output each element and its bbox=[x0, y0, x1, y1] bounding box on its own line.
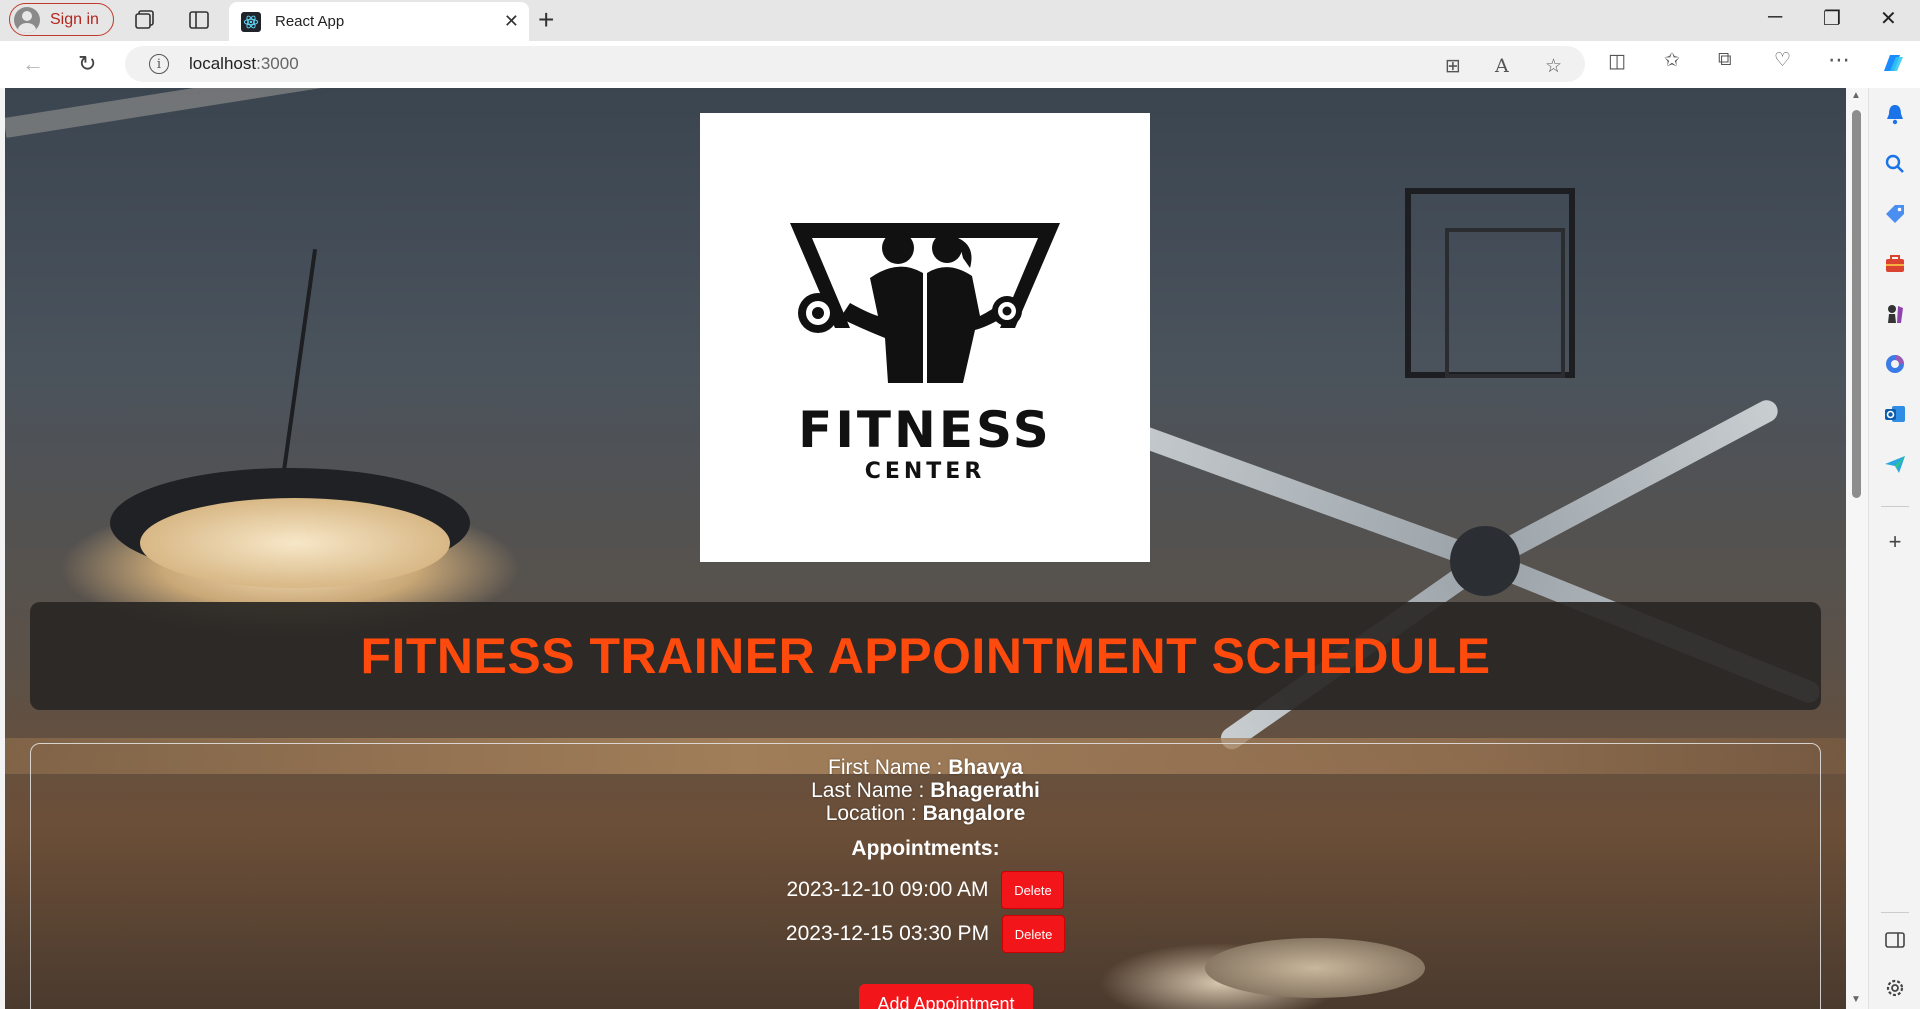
first-name-line: First Name : Bhavya bbox=[31, 756, 1820, 779]
workspaces-icon[interactable] bbox=[134, 8, 158, 32]
address-bar-row: ← ↻ i localhost:3000 ⊞ A ☆ ◫ ✩ ⧉ ♡ ⋯ bbox=[0, 41, 1920, 88]
page-scrollbar[interactable]: ▲ ▼ bbox=[1846, 88, 1868, 1009]
logo-emblem-icon bbox=[790, 223, 1060, 383]
back-arrow-icon[interactable]: ← bbox=[22, 51, 44, 77]
tag-icon[interactable] bbox=[1883, 202, 1907, 226]
schedule-banner: FITNESS TRAINER APPOINTMENT SCHEDULE bbox=[30, 602, 1821, 710]
add-appointment-button[interactable]: Add Appointment bbox=[859, 984, 1033, 1009]
last-name-value: Bhagerathi bbox=[930, 779, 1040, 802]
first-name-value: Bhavya bbox=[948, 756, 1023, 779]
sign-in-label: Sign in bbox=[50, 10, 99, 28]
background-beam bbox=[5, 88, 422, 138]
location-line: Location : Bangalore bbox=[31, 802, 1820, 825]
sidebar-separator bbox=[1881, 912, 1909, 913]
copilot-icon[interactable] bbox=[1878, 49, 1908, 79]
sidebar-toggle-icon[interactable] bbox=[1883, 928, 1907, 952]
favorite-star-icon[interactable]: ☆ bbox=[1545, 55, 1562, 78]
tab-actions-icon[interactable] bbox=[187, 8, 211, 32]
fitness-center-logo: FITNESS CENTER bbox=[700, 113, 1150, 562]
appointment-datetime: 2023-12-15 03:30 PM bbox=[785, 922, 990, 945]
background-fan-blade bbox=[1479, 396, 1782, 571]
edge-sidebar: + bbox=[1868, 88, 1920, 1009]
url-text[interactable]: localhost:3000 bbox=[189, 54, 299, 74]
minimize-button[interactable]: ─ bbox=[1768, 6, 1782, 29]
page-title: FITNESS TRAINER APPOINTMENT SCHEDULE bbox=[360, 628, 1491, 684]
background-fan-hub bbox=[1450, 526, 1520, 596]
outlook-icon[interactable] bbox=[1883, 402, 1907, 426]
new-tab-button[interactable]: + bbox=[538, 4, 554, 36]
settings-icon[interactable] bbox=[1883, 976, 1907, 1000]
last-name-label: Last Name : bbox=[811, 779, 931, 802]
appointments-heading: Appointments: bbox=[851, 837, 1000, 860]
split-screen-icon[interactable]: ◫ bbox=[1608, 50, 1626, 73]
read-aloud-icon[interactable]: A bbox=[1495, 55, 1509, 77]
appointment-row: 2023-12-10 09:00 AM Delete bbox=[31, 871, 1820, 909]
close-tab-icon[interactable]: ✕ bbox=[504, 11, 519, 32]
bell-icon[interactable] bbox=[1883, 102, 1907, 126]
briefcase-icon[interactable] bbox=[1883, 252, 1907, 276]
send-icon[interactable] bbox=[1883, 452, 1907, 476]
react-favicon-icon bbox=[241, 11, 261, 32]
app-available-icon[interactable]: ⊞ bbox=[1445, 55, 1461, 78]
restore-button[interactable]: ❐ bbox=[1823, 6, 1841, 31]
location-label: Location : bbox=[825, 802, 923, 825]
scroll-thumb[interactable] bbox=[1852, 110, 1861, 498]
scroll-up-arrow-icon[interactable]: ▲ bbox=[1851, 90, 1861, 101]
profile-avatar-icon bbox=[14, 6, 40, 33]
more-options-icon[interactable]: ⋯ bbox=[1828, 47, 1850, 73]
logo-subtitle: CENTER bbox=[864, 459, 986, 484]
tab-title: React App bbox=[275, 13, 345, 30]
site-info-icon[interactable]: i bbox=[149, 54, 169, 74]
refresh-icon[interactable]: ↻ bbox=[78, 51, 96, 77]
trainer-card: First Name : Bhavya Last Name : Bhagerat… bbox=[30, 743, 1821, 1009]
appointment-row: 2023-12-15 03:30 PM Delete bbox=[31, 915, 1820, 953]
sign-in-button[interactable]: Sign in bbox=[9, 3, 114, 36]
browser-essentials-icon[interactable]: ♡ bbox=[1774, 49, 1791, 72]
add-icon[interactable]: + bbox=[1883, 530, 1907, 554]
scroll-down-arrow-icon[interactable]: ▼ bbox=[1851, 994, 1861, 1005]
last-name-line: Last Name : Bhagerathi bbox=[31, 779, 1820, 802]
appointment-datetime: 2023-12-10 09:00 AM bbox=[786, 878, 989, 901]
favorites-icon[interactable]: ✩ bbox=[1664, 49, 1680, 72]
address-bar[interactable]: i localhost:3000 ⊞ A ☆ bbox=[125, 46, 1585, 82]
close-window-button[interactable]: ✕ bbox=[1880, 6, 1897, 31]
search-icon[interactable] bbox=[1883, 152, 1907, 176]
browser-tab-bar: Sign in React App ✕ + ─ ❐ ✕ bbox=[0, 0, 1920, 41]
collections-icon[interactable]: ⧉ bbox=[1718, 49, 1732, 71]
copilot-icon[interactable] bbox=[1883, 352, 1907, 376]
logo-title: FITNESS bbox=[798, 401, 1052, 459]
first-name-label: First Name : bbox=[828, 756, 949, 779]
chess-icon[interactable] bbox=[1883, 302, 1907, 326]
background-light-fixture-inner bbox=[1445, 228, 1565, 378]
page-viewport: FITNESS CENTER FITNESS TRAINER APPOINTME… bbox=[5, 88, 1846, 1009]
background-lamp-glow bbox=[140, 498, 450, 588]
location-value: Bangalore bbox=[922, 802, 1026, 825]
delete-appointment-button[interactable]: Delete bbox=[1002, 915, 1066, 953]
delete-appointment-button[interactable]: Delete bbox=[1001, 871, 1065, 909]
sidebar-separator bbox=[1881, 506, 1909, 507]
active-tab[interactable]: React App ✕ bbox=[229, 2, 529, 41]
